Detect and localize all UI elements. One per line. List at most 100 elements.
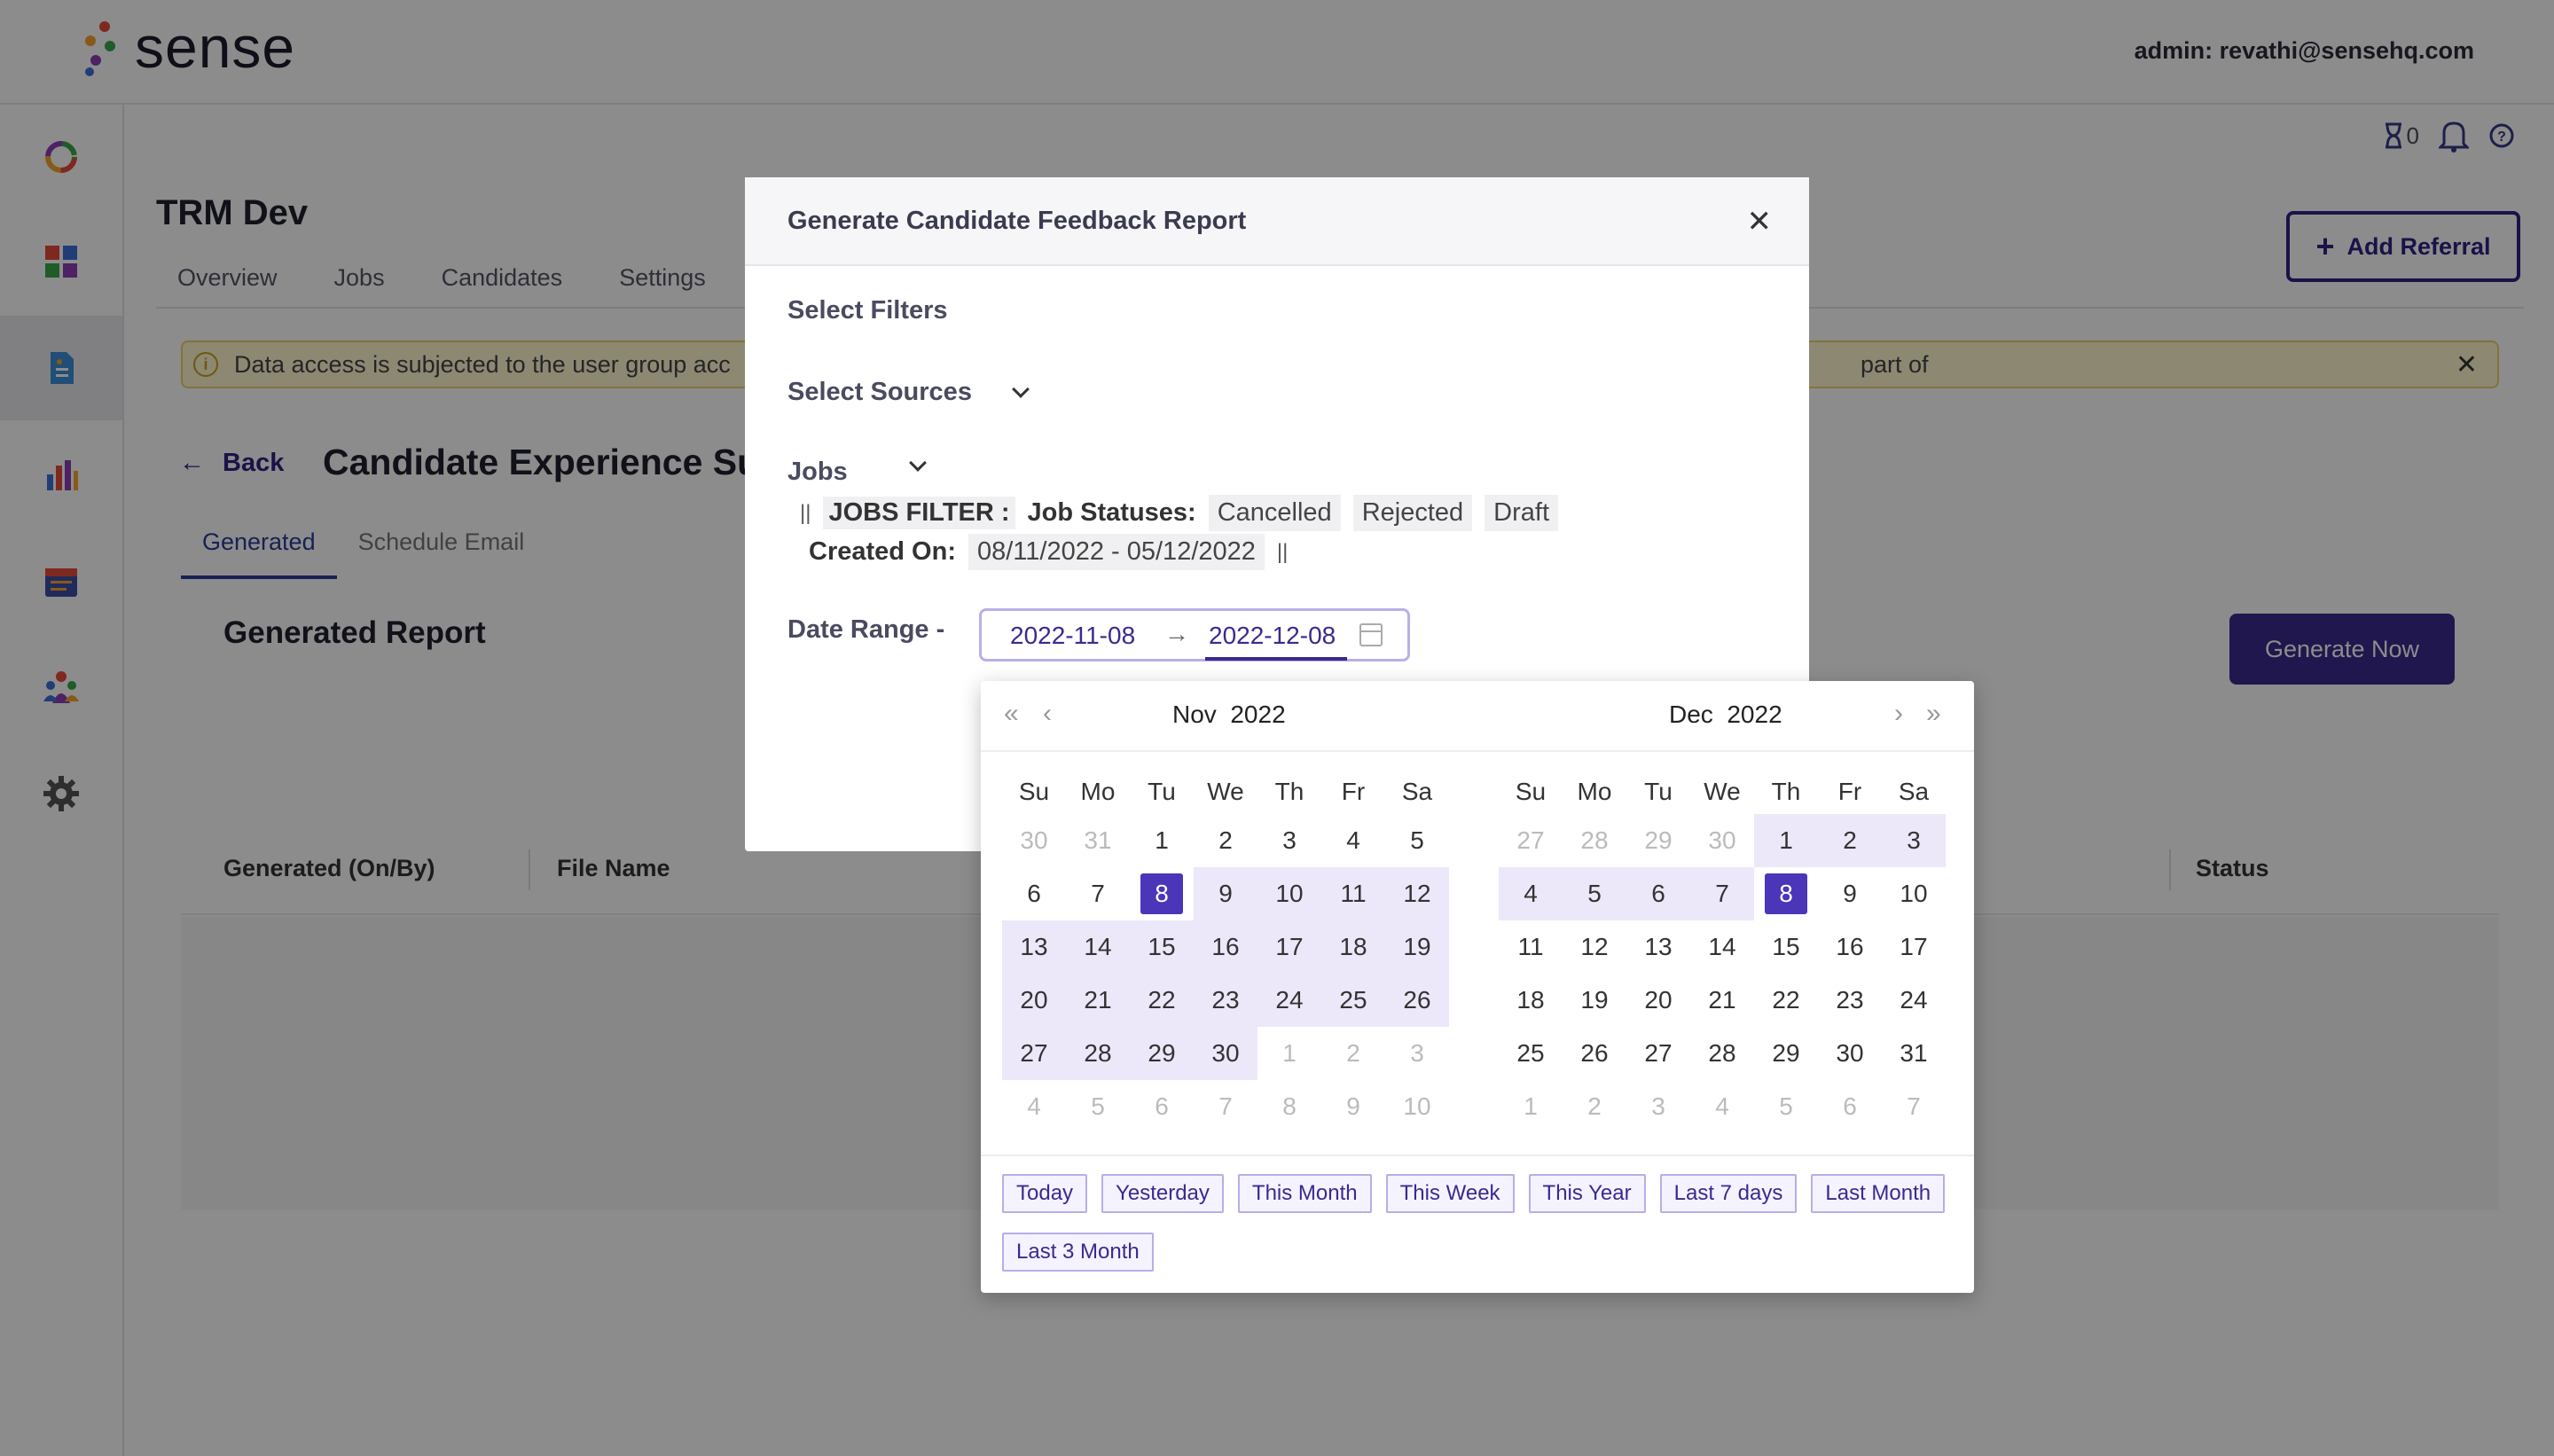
day-cell-outside-month[interactable]: 7 [1882, 1080, 1946, 1133]
right-year[interactable]: 2022 [1727, 701, 1782, 728]
day-cell[interactable]: 10 [1882, 867, 1946, 920]
right-month[interactable]: Dec [1669, 701, 1713, 728]
day-cell-in-range[interactable]: 24 [1257, 974, 1321, 1027]
day-cell-in-range[interactable]: 18 [1321, 920, 1385, 974]
day-cell[interactable]: 31 [1882, 1027, 1946, 1080]
day-cell[interactable]: 6 [1002, 867, 1066, 920]
day-cell-outside-month[interactable]: 6 [1130, 1080, 1194, 1133]
date-range-picker-input[interactable]: 2022-11-08 → 2022-12-08 [979, 608, 1410, 661]
day-cell-outside-month[interactable]: 4 [1690, 1080, 1754, 1133]
day-cell-in-range[interactable]: 5 [1563, 867, 1626, 920]
day-cell[interactable]: 28 [1690, 1027, 1754, 1080]
day-cell-outside-month[interactable]: 8 [1257, 1080, 1321, 1133]
day-cell-in-range[interactable]: 16 [1194, 920, 1257, 974]
day-cell-outside-month[interactable]: 3 [1385, 1027, 1449, 1080]
day-cell-in-range[interactable]: 19 [1385, 920, 1449, 974]
preset-last-3-month[interactable]: Last 3 Month [1002, 1233, 1154, 1272]
day-cell-in-range[interactable]: 14 [1066, 920, 1130, 974]
day-cell-outside-month[interactable]: 2 [1321, 1027, 1385, 1080]
day-cell[interactable]: 17 [1882, 920, 1946, 974]
day-cell[interactable]: 7 [1066, 867, 1130, 920]
day-cell[interactable]: 20 [1626, 974, 1690, 1027]
day-cell[interactable]: 24 [1882, 974, 1946, 1027]
day-cell-outside-month[interactable]: 30 [1002, 814, 1066, 867]
preset-this-year[interactable]: This Year [1528, 1174, 1646, 1213]
day-cell-outside-month[interactable]: 3 [1626, 1080, 1690, 1133]
jobs-dropdown[interactable]: Jobs [787, 453, 927, 487]
day-cell[interactable]: 18 [1499, 974, 1563, 1027]
day-cell[interactable]: 26 [1563, 1027, 1626, 1080]
day-cell[interactable]: 4 [1321, 814, 1385, 867]
day-cell-in-range[interactable]: 3 [1882, 814, 1946, 867]
next-year-icon[interactable]: » [1926, 699, 1941, 729]
left-month-label[interactable]: Nov 2022 [1172, 701, 1286, 729]
preset-today[interactable]: Today [1002, 1174, 1088, 1213]
day-cell-in-range[interactable]: 7 [1690, 867, 1754, 920]
day-cell-outside-month[interactable]: 31 [1066, 814, 1130, 867]
day-cell-outside-month[interactable]: 28 [1563, 814, 1626, 867]
day-cell[interactable]: 5 [1385, 814, 1449, 867]
date-end-input[interactable]: 2022-12-08 [1209, 622, 1336, 650]
day-cell-outside-month[interactable]: 1 [1257, 1027, 1321, 1080]
day-cell[interactable]: 27 [1626, 1027, 1690, 1080]
day-cell-in-range[interactable]: 12 [1385, 867, 1449, 920]
day-cell-in-range[interactable]: 1 [1754, 814, 1818, 867]
day-cell[interactable]: 15 [1754, 920, 1818, 974]
right-month-label[interactable]: Dec 2022 [1669, 701, 1782, 729]
left-month[interactable]: Nov [1172, 701, 1217, 728]
day-cell[interactable]: 11 [1499, 920, 1563, 974]
day-cell-outside-month[interactable]: 6 [1818, 1080, 1882, 1133]
day-cell-in-range[interactable]: 6 [1626, 867, 1690, 920]
day-cell-in-range[interactable]: 28 [1066, 1027, 1130, 1080]
day-cell-outside-month[interactable]: 10 [1385, 1080, 1449, 1133]
day-cell-in-range[interactable]: 23 [1194, 974, 1257, 1027]
day-cell-outside-month[interactable]: 1 [1499, 1080, 1563, 1133]
select-sources-dropdown[interactable]: Select Sources [787, 378, 1030, 407]
day-cell-in-range[interactable]: 10 [1257, 867, 1321, 920]
day-cell[interactable]: 30 [1818, 1027, 1882, 1080]
date-start-input[interactable]: 2022-11-08 [1010, 622, 1135, 650]
preset-last-7-days[interactable]: Last 7 days [1659, 1174, 1798, 1213]
day-cell-in-range[interactable]: 9 [1194, 867, 1257, 920]
day-cell-in-range[interactable]: 2 [1818, 814, 1882, 867]
day-cell-in-range[interactable]: 22 [1130, 974, 1194, 1027]
calendar-icon[interactable] [1359, 623, 1383, 646]
day-cell-in-range[interactable]: 17 [1257, 920, 1321, 974]
day-cell-outside-month[interactable]: 4 [1002, 1080, 1066, 1133]
day-cell-outside-month[interactable]: 30 [1690, 814, 1754, 867]
day-cell[interactable]: 25 [1499, 1027, 1563, 1080]
day-cell-outside-month[interactable]: 5 [1066, 1080, 1130, 1133]
prev-year-icon[interactable]: « [1004, 699, 1019, 729]
day-cell-outside-month[interactable]: 7 [1194, 1080, 1257, 1133]
day-cell[interactable]: 19 [1563, 974, 1626, 1027]
preset-this-month[interactable]: This Month [1237, 1174, 1372, 1213]
day-cell[interactable]: 23 [1818, 974, 1882, 1027]
day-cell-in-range[interactable]: 26 [1385, 974, 1449, 1027]
preset-last-month[interactable]: Last Month [1811, 1174, 1946, 1213]
day-cell[interactable]: 21 [1690, 974, 1754, 1027]
day-cell-in-range[interactable]: 11 [1321, 867, 1385, 920]
day-cell-in-range[interactable]: 30 [1194, 1027, 1257, 1080]
day-cell[interactable]: 2 [1194, 814, 1257, 867]
day-cell[interactable]: 12 [1563, 920, 1626, 974]
day-cell-outside-month[interactable]: 27 [1499, 814, 1563, 867]
day-cell[interactable]: 1 [1130, 814, 1194, 867]
day-cell-in-range[interactable]: 20 [1002, 974, 1066, 1027]
day-cell-outside-month[interactable]: 5 [1754, 1080, 1818, 1133]
day-cell[interactable]: 14 [1690, 920, 1754, 974]
day-cell-selected[interactable]: 8 [1130, 867, 1194, 920]
day-cell-in-range[interactable]: 4 [1499, 867, 1563, 920]
next-month-icon[interactable]: › [1894, 699, 1903, 729]
day-cell[interactable]: 13 [1626, 920, 1690, 974]
day-cell-outside-month[interactable]: 29 [1626, 814, 1690, 867]
day-cell-in-range[interactable]: 21 [1066, 974, 1130, 1027]
day-cell-outside-month[interactable]: 2 [1563, 1080, 1626, 1133]
day-cell-selected[interactable]: 8 [1754, 867, 1818, 920]
day-cell[interactable]: 3 [1257, 814, 1321, 867]
left-year[interactable]: 2022 [1230, 701, 1285, 728]
day-cell-in-range[interactable]: 27 [1002, 1027, 1066, 1080]
day-cell[interactable]: 22 [1754, 974, 1818, 1027]
day-cell[interactable]: 9 [1818, 867, 1882, 920]
prev-month-icon[interactable]: ‹ [1043, 699, 1052, 729]
day-cell-in-range[interactable]: 13 [1002, 920, 1066, 974]
